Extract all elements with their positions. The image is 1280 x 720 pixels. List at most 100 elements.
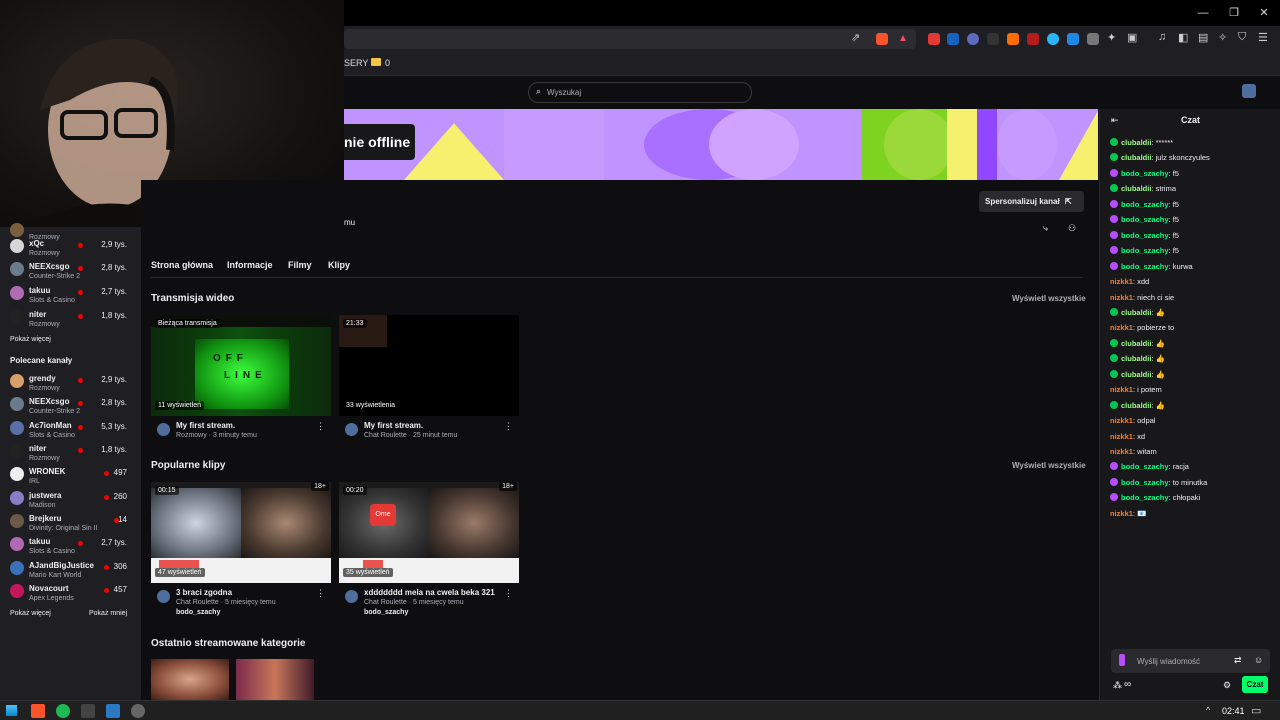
chat-username[interactable]: clubaldii — [1121, 354, 1151, 363]
clips-see-all-link[interactable]: Wyświetl wszystkie — [1012, 461, 1086, 470]
clip-title[interactable]: xddddddd mela na cwela beka 321 — [364, 588, 495, 597]
close-window-button[interactable]: ✕ — [1257, 6, 1271, 20]
chat-username[interactable]: clubaldii — [1121, 138, 1151, 147]
clip-thumbnail[interactable]: 00:15 18+ 47 wyświetleń — [151, 482, 331, 583]
media-icon[interactable]: ♫ — [1158, 31, 1166, 43]
chat-username[interactable]: nizkk1 — [1110, 323, 1133, 332]
chat-badge-icon[interactable] — [1110, 354, 1118, 363]
chat-username[interactable]: bodo_szachy — [1121, 231, 1169, 240]
clip-card[interactable]: 00:15 18+ 47 wyświetleń 3 braci zgodna C… — [151, 482, 331, 622]
show-more-link[interactable]: Pokaż więcej — [10, 336, 51, 343]
channel-avatar[interactable] — [157, 423, 170, 436]
clip-author[interactable]: bodo_szachy — [176, 609, 220, 616]
brave-taskbar-icon[interactable] — [31, 704, 45, 718]
tab-clips[interactable]: Klipy — [328, 260, 350, 270]
chat-send-button[interactable]: Czat — [1242, 676, 1268, 693]
show-more-link-2[interactable]: Pokaż więcej — [10, 610, 51, 617]
extension-blue-icon[interactable] — [947, 33, 959, 45]
sidebar-toggle-icon[interactable]: ◧ — [1178, 31, 1188, 44]
chat-username[interactable]: nizkk1 — [1110, 293, 1133, 302]
channel-avatar[interactable] — [157, 590, 170, 603]
chat-badge-icon[interactable] — [1110, 307, 1118, 316]
channel-points-icon[interactable]: ⁂ — [1113, 680, 1122, 691]
chat-username[interactable]: bodo_szachy — [1121, 462, 1169, 471]
sidebar-channel-neexcsgo[interactable]: NEEXcsgo Counter-Strike 2 2,8 tys. — [0, 260, 141, 283]
sidebar-channel-ac7ionman[interactable]: Ac7ionMan Slots & Casino 5,3 tys. — [0, 419, 141, 442]
clip-author[interactable]: bodo_szachy — [364, 609, 408, 616]
chat-badge-icon[interactable] — [1110, 230, 1118, 239]
chat-username[interactable]: nizkk1 — [1110, 447, 1133, 456]
extension-m-icon[interactable] — [1027, 33, 1039, 45]
follow-icon[interactable]: ⚇ — [1068, 223, 1076, 234]
tab-about[interactable]: Informacje — [227, 260, 273, 270]
show-less-link[interactable]: Pokaż mniej — [89, 610, 127, 617]
sidebar-channel-novacourt[interactable]: Novacourt Apex Legends 457 — [0, 582, 141, 605]
chat-badge-icon[interactable] — [1110, 462, 1118, 471]
category-thumbnail[interactable] — [151, 659, 229, 700]
notification-icon[interactable]: ▭ — [1251, 704, 1261, 717]
chat-username[interactable]: nizkk1 — [1110, 416, 1133, 425]
user-avatar[interactable] — [1242, 84, 1256, 98]
start-icon[interactable] — [6, 705, 17, 716]
video-thumbnail[interactable]: 21:33 33 wyświetlenia — [339, 315, 519, 416]
translate-icon[interactable]: ⇄ — [1234, 655, 1242, 666]
sidebar-channel-takuu[interactable]: takuu Slots & Casino 2,7 tys. — [0, 284, 141, 307]
chat-badge-icon[interactable] — [1110, 369, 1118, 378]
chat-username[interactable]: bodo_szachy — [1121, 493, 1169, 502]
chat-username[interactable]: bodo_szachy — [1121, 246, 1169, 255]
clock[interactable]: 02:41 — [1222, 706, 1245, 716]
sidebar-channel-neexcsgo-2[interactable]: NEEXcsgo Counter-Strike 2 2,8 tys. — [0, 395, 141, 418]
chat-badge-icon[interactable] — [1110, 215, 1118, 224]
chat-username[interactable]: bodo_szachy — [1121, 478, 1169, 487]
more-options-icon[interactable]: ⋮ — [316, 421, 325, 432]
category-thumbnail[interactable] — [236, 659, 314, 700]
brave-shield-icon[interactable] — [876, 33, 888, 45]
tray-chevron-icon[interactable]: ^ — [1206, 705, 1210, 715]
more-options-icon[interactable]: ⋮ — [316, 588, 325, 599]
chat-username[interactable]: nizkk1 — [1110, 277, 1133, 286]
chat-badge-icon[interactable] — [1110, 138, 1118, 146]
extensions-puzzle-icon[interactable]: ✦ — [1107, 31, 1116, 44]
chat-badge-icon[interactable] — [1110, 261, 1118, 270]
tab-videos[interactable]: Filmy — [288, 260, 312, 270]
leo-ai-icon[interactable]: ✧ — [1218, 31, 1227, 44]
obs-taskbar-icon[interactable] — [131, 704, 145, 718]
search-input[interactable]: ⌕ Wyszukaj — [528, 82, 752, 103]
chat-username[interactable]: bodo_szachy — [1121, 215, 1169, 224]
sidebar-channel-brejkeru[interactable]: Brejkeru Divinity: Original Sin II 14 — [0, 512, 141, 535]
chat-username[interactable]: clubaldii — [1121, 370, 1151, 379]
rewards-icon[interactable]: ▲ — [898, 33, 910, 45]
chat-username[interactable]: nizkk1 — [1110, 385, 1133, 394]
video-title[interactable]: My first stream. — [176, 421, 235, 430]
more-options-icon[interactable]: ⋮ — [504, 421, 513, 432]
extension-globe-icon[interactable] — [1047, 33, 1059, 45]
tab-home[interactable]: Strona główna — [151, 260, 213, 270]
video-card[interactable]: OFF LINE Bieżąca transmisja 11 wyświetle… — [151, 315, 331, 445]
chat-badge-icon[interactable] — [1110, 184, 1118, 193]
extension-red-icon[interactable] — [928, 33, 940, 45]
extension-gamepad-icon[interactable] — [1087, 33, 1099, 45]
chat-username[interactable]: clubaldii — [1121, 308, 1151, 317]
sidebar-channel-xqc[interactable]: xQc Rozmowy 2,9 tys. — [0, 237, 141, 260]
sidebar-channel-justwera[interactable]: justwera Madison 260 — [0, 489, 141, 512]
address-bar[interactable] — [344, 29, 916, 49]
channel-avatar[interactable] — [345, 423, 358, 436]
chat-settings-icon[interactable]: ⚙ — [1223, 680, 1231, 691]
chat-username[interactable]: nizkk1 — [1110, 509, 1133, 518]
menu-icon[interactable]: ☰ — [1258, 31, 1268, 44]
customize-channel-button[interactable]: Spersonalizuj kanał ⇱ — [979, 191, 1084, 212]
clip-title[interactable]: 3 braci zgodna — [176, 588, 232, 597]
minimize-button[interactable]: — — [1196, 6, 1210, 20]
video-thumbnail[interactable]: OFF LINE Bieżąca transmisja 11 wyświetle… — [151, 315, 331, 416]
chat-badge-icon[interactable] — [1110, 168, 1118, 177]
sidebar-channel-grendy[interactable]: grendy Rozmowy 2,9 tys. — [0, 372, 141, 395]
maximize-button[interactable]: ❐ — [1227, 6, 1241, 20]
sidebar-channel-ajandbigjustice[interactable]: AJandBigJustice Mario Kart World 306 — [0, 559, 141, 582]
wallet-icon[interactable]: ▤ — [1198, 31, 1208, 44]
extension-shield-icon[interactable] — [1067, 33, 1079, 45]
more-options-icon[interactable]: ⋮ — [504, 588, 513, 599]
sidebar-channel-takuu-2[interactable]: takuu Slots & Casino 2,7 tys. — [0, 535, 141, 558]
chat-username[interactable]: clubaldii — [1121, 339, 1151, 348]
chat-username[interactable]: clubaldii — [1121, 184, 1151, 193]
chat-username[interactable]: clubaldii — [1121, 401, 1151, 410]
